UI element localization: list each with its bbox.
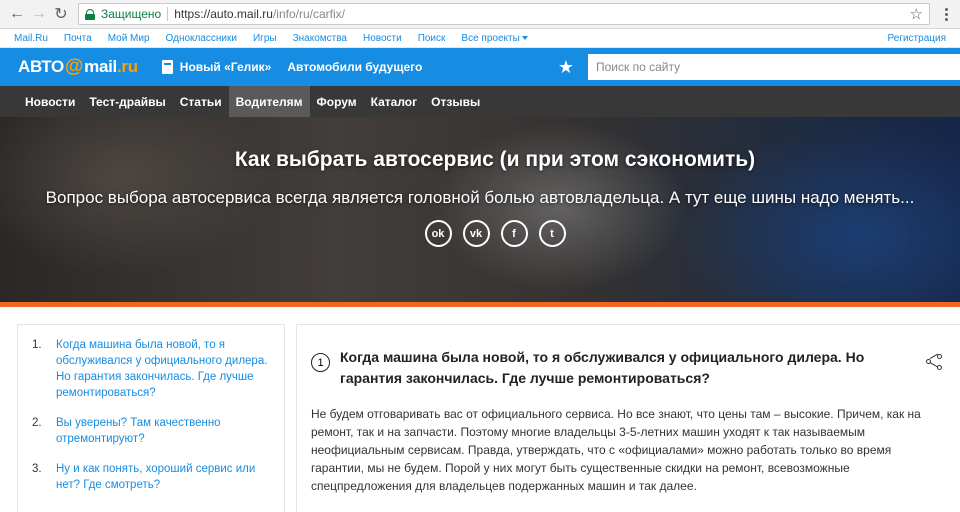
toc-link[interactable]: Ну и как понять, хороший сервис или нет?… (56, 461, 270, 493)
portal-link-odnoklassniki[interactable]: Одноклассники (166, 33, 237, 44)
forward-arrow-icon[interactable]: → (28, 3, 50, 25)
section-number-badge: 1 (311, 353, 330, 372)
promo-label-gelik: Новый «Гелик» (179, 60, 272, 74)
address-separator (167, 7, 169, 21)
logo-avto: АВТО (18, 57, 64, 76)
portal-link-mailru[interactable]: Mail.Ru (14, 33, 48, 44)
facebook-icon[interactable]: f (500, 220, 528, 247)
lock-icon (85, 8, 95, 20)
portal-bar: Mail.Ru Почта Мой Мир Одноклассники Игры… (0, 29, 960, 48)
site-logo[interactable]: АВТО @ mail .ru (18, 56, 138, 78)
portal-link-znakomstva[interactable]: Знакомства (293, 33, 347, 44)
portal-link-pochta[interactable]: Почта (64, 33, 92, 44)
site-search-input[interactable] (588, 54, 960, 80)
back-arrow-icon[interactable]: ← (6, 3, 28, 25)
portal-link-igry[interactable]: Игры (253, 33, 277, 44)
nav-item-catalog[interactable]: Каталог (364, 86, 425, 117)
twitter-icon[interactable]: t (538, 220, 566, 247)
register-link[interactable]: Регистрация (888, 33, 946, 44)
nav-item-forum[interactable]: Форум (310, 86, 364, 117)
promo-label-future-cars: Автомобили будущего (287, 60, 423, 74)
promo-link-gelik[interactable]: Новый «Гелик» (161, 60, 272, 74)
table-of-contents: 1. Когда машина была новой, то я обслужи… (17, 324, 285, 512)
logo-mail: mail (84, 57, 117, 76)
portal-link-all-projects[interactable]: Все проекты (461, 32, 528, 44)
secure-label: Защищено (101, 7, 162, 21)
vk-icon[interactable]: vk (462, 220, 490, 247)
nav-item-reviews[interactable]: Отзывы (424, 86, 487, 117)
nav-item-test-drives[interactable]: Тест-драйвы (82, 86, 172, 117)
toc-link[interactable]: Вы уверены? Там качественно отремонтирую… (56, 415, 270, 447)
chevron-down-icon (521, 35, 528, 40)
favorites-star-icon[interactable]: ★ (558, 57, 574, 78)
browser-toolbar: ← → ↻ Защищено https://auto.mail.ru/info… (0, 0, 960, 29)
toc-number: 2. (32, 417, 42, 429)
url-host: https://auto.mail.ru (174, 7, 273, 21)
nav-item-drivers[interactable]: Водителям (228, 86, 310, 117)
portal-link-moy-mir[interactable]: Мой Мир (108, 33, 150, 44)
address-bar[interactable]: Защищено https://auto.mail.ru/info/ru/ca… (78, 3, 930, 25)
toc-item: 2. Вы уверены? Там качественно отремонти… (32, 415, 270, 447)
page-subtitle: Вопрос выбора автосервиса всегда являетс… (45, 188, 915, 207)
site-header: АВТО @ mail .ru Новый «Гелик» Автомобили бу… (0, 48, 960, 86)
browser-menu-icon[interactable] (938, 7, 954, 21)
section-body: Не будем отговаривать вас от официальног… (311, 407, 921, 493)
article-section: 1 Когда машина была новой, то я обслужив… (296, 324, 960, 512)
reload-icon[interactable]: ↻ (50, 3, 72, 25)
odnoklassniki-icon[interactable]: ok (424, 220, 452, 247)
section-title: Когда машина была новой, то я обслуживал… (340, 349, 865, 386)
logo-ru: .ru (116, 57, 138, 76)
nav-item-articles[interactable]: Статьи (173, 86, 229, 117)
portal-link-poisk[interactable]: Поиск (418, 33, 446, 44)
main-content: 1. Когда машина была новой, то я обслужи… (0, 307, 960, 512)
toc-link[interactable]: Когда машина была новой, то я обслуживал… (56, 337, 270, 401)
logo-at: @ (64, 56, 84, 77)
url-path: /info/ru/carfix/ (272, 7, 345, 21)
bookmark-star-icon[interactable]: ☆ (910, 5, 923, 23)
toc-item: 3. Ну и как понять, хороший сервис или н… (32, 461, 270, 493)
nav-item-news[interactable]: Новости (18, 86, 82, 117)
book-icon (161, 60, 173, 74)
article-header: 1 Когда машина была новой, то я обслужив… (311, 347, 946, 389)
social-share-row: ok vk f t (30, 220, 960, 247)
hero-content: Как выбрать автосервис (и при этом сэкон… (0, 117, 960, 247)
category-nav: Новости Тест-драйвы Статьи Водителям Фор… (0, 86, 960, 117)
toc-number: 1. (32, 339, 42, 351)
all-projects-label: Все проекты (461, 32, 520, 44)
share-icon[interactable] (926, 353, 942, 370)
toc-item: 1. Когда машина была новой, то я обслужи… (32, 337, 270, 401)
page-title: Как выбрать автосервис (и при этом сэкон… (234, 148, 756, 171)
promo-link-future-cars[interactable]: Автомобили будущего (287, 60, 422, 74)
toc-number: 3. (32, 463, 42, 475)
portal-link-novosti[interactable]: Новости (363, 33, 402, 44)
hero-banner: Как выбрать автосервис (и при этом сэкон… (0, 117, 960, 302)
